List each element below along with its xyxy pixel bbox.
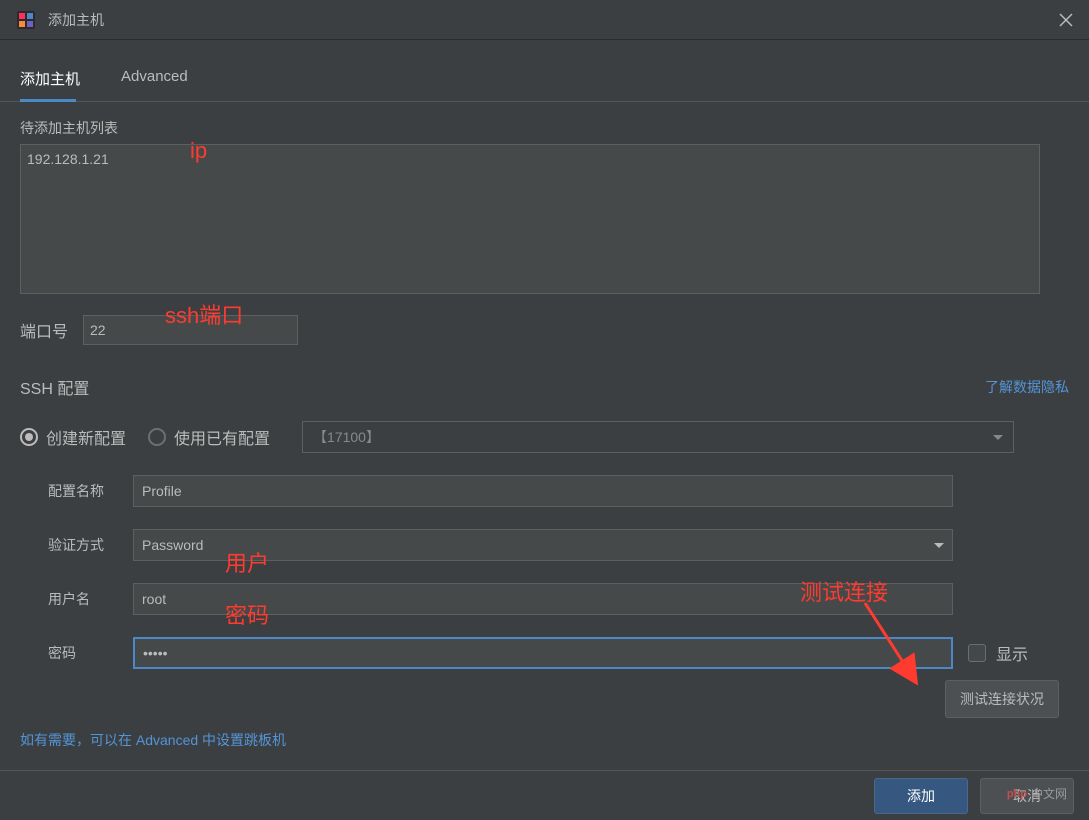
port-input[interactable] — [83, 315, 298, 345]
show-password-group[interactable]: 显示 — [968, 641, 1028, 665]
password-label: 密码 — [48, 643, 133, 663]
profile-label: 配置名称 — [48, 481, 133, 501]
privacy-link[interactable]: 了解数据隐私 — [985, 377, 1069, 397]
radio-existing-label: 使用已有配置 — [174, 425, 270, 449]
chevron-down-icon — [934, 543, 944, 548]
user-row: 用户名 — [20, 583, 1069, 615]
auth-value: Password — [142, 537, 203, 553]
radio-icon — [148, 428, 166, 446]
auth-label: 验证方式 — [48, 535, 133, 555]
user-input[interactable] — [133, 583, 953, 615]
hostlist-label: 待添加主机列表 — [20, 118, 1069, 138]
profile-input[interactable] — [133, 475, 953, 507]
tabs: 添加主机 Advanced — [0, 58, 1089, 102]
auth-row: 验证方式 Password — [20, 529, 1069, 561]
app-icon — [16, 10, 36, 30]
existing-config-select[interactable]: 【17100】 — [302, 421, 1014, 453]
footer: 添加 取消 — [0, 770, 1089, 820]
password-row: 密码 显示 — [20, 637, 1069, 669]
ssh-section: SSH 配置 了解数据隐私 创建新配置 使用已有配置 【17100】 配置名称 … — [20, 375, 1069, 669]
content: 待添加主机列表 192.128.1.21 端口号 SSH 配置 了解数据隐私 创… — [0, 102, 1089, 679]
tab-add-host[interactable]: 添加主机 — [20, 58, 96, 101]
chevron-down-icon — [993, 435, 1003, 440]
ssh-header: SSH 配置 了解数据隐私 — [20, 375, 1069, 399]
port-label: 端口号 — [20, 318, 68, 342]
show-label: 显示 — [996, 641, 1028, 665]
radio-existing-config[interactable]: 使用已有配置 — [148, 425, 270, 449]
window-title: 添加主机 — [48, 10, 1051, 30]
existing-config-value: 【17100】 — [313, 427, 380, 447]
profile-row: 配置名称 — [20, 475, 1069, 507]
radio-row: 创建新配置 使用已有配置 【17100】 — [20, 421, 1069, 453]
password-input[interactable] — [133, 637, 953, 669]
hostlist-input[interactable]: 192.128.1.21 — [20, 144, 1040, 294]
checkbox-icon — [968, 644, 986, 662]
advanced-hint: 如有需要，可以在 Advanced 中设置跳板机 — [20, 730, 286, 750]
tab-advanced[interactable]: Advanced — [121, 58, 204, 101]
add-button[interactable]: 添加 — [874, 778, 968, 814]
user-label: 用户名 — [48, 589, 133, 609]
test-connection-button[interactable]: 测试连接状况 — [945, 680, 1059, 718]
ssh-label: SSH 配置 — [20, 375, 89, 399]
radio-create-label: 创建新配置 — [46, 425, 126, 449]
close-button[interactable] — [1051, 5, 1081, 35]
radio-create-config[interactable]: 创建新配置 — [20, 425, 126, 449]
close-icon — [1059, 13, 1073, 27]
auth-select[interactable]: Password — [133, 529, 953, 561]
port-row: 端口号 — [20, 315, 1069, 345]
titlebar: 添加主机 — [0, 0, 1089, 40]
watermark: php 中文网 — [1007, 785, 1067, 802]
radio-icon — [20, 428, 38, 446]
